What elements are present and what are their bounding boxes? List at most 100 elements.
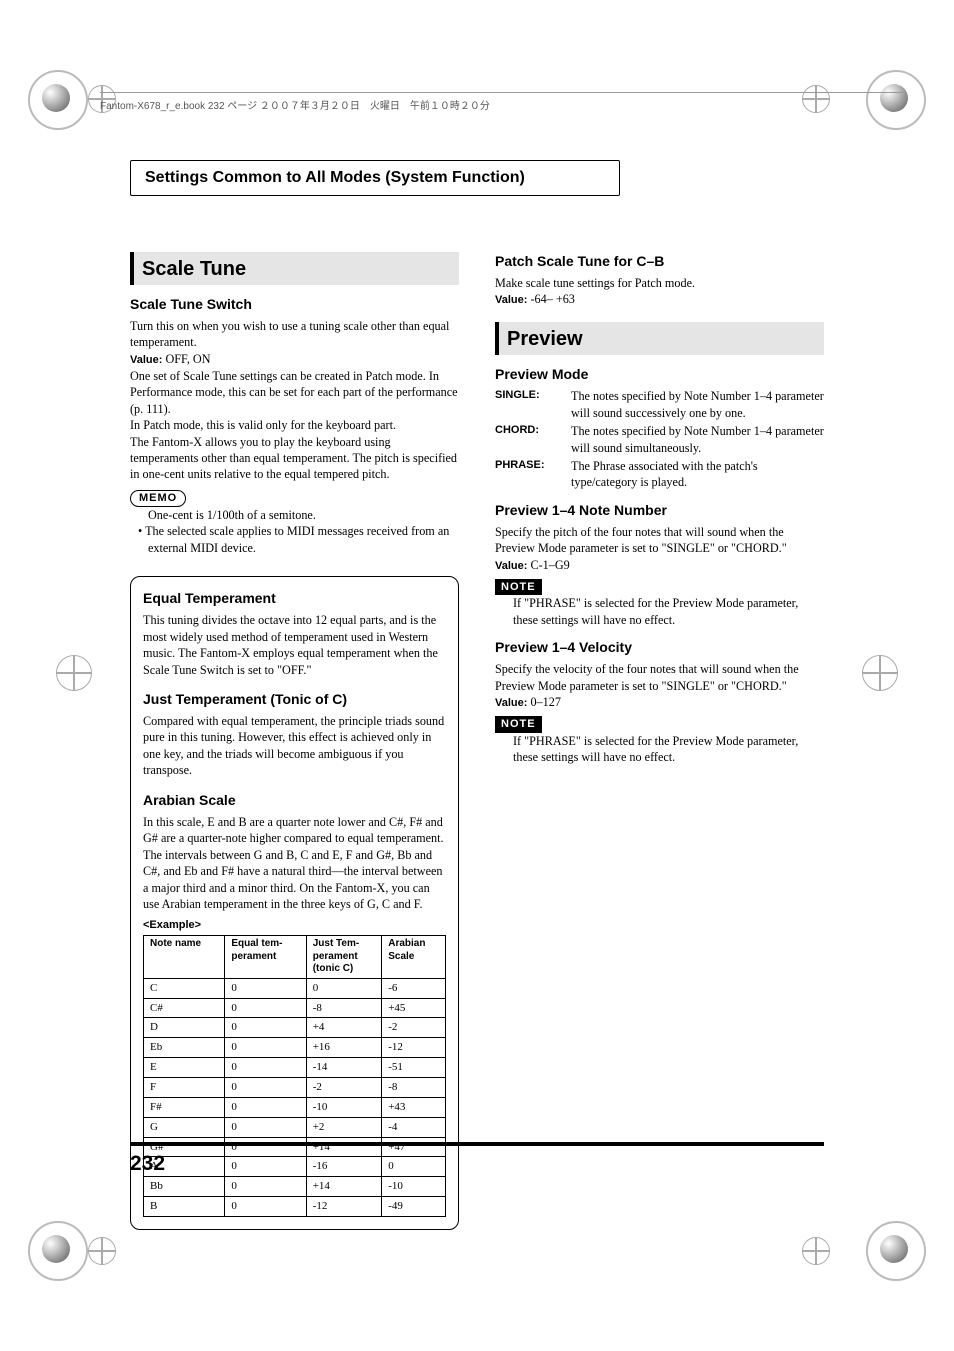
table-cell: +4 xyxy=(306,1018,382,1038)
body-text: In Patch mode, this is valid only for th… xyxy=(130,417,459,433)
print-header: Fantom-X678_r_e.book 232 ページ ２００７年３月２０日 … xyxy=(100,92,904,112)
body-text: This tuning divides the octave into 12 e… xyxy=(143,612,446,678)
table-cell: 0 xyxy=(225,1197,306,1217)
heading-preview-note-number: Preview 1–4 Note Number xyxy=(495,501,824,520)
table-row: F#0-10+43 xyxy=(144,1097,446,1117)
note-text: If "PHRASE" is selected for the Preview … xyxy=(495,595,824,628)
table-cell: F xyxy=(144,1078,225,1098)
memo-bullet: • The selected scale applies to MIDI mes… xyxy=(130,523,459,556)
table-cell: 0 xyxy=(225,1117,306,1137)
table-cell: -12 xyxy=(306,1197,382,1217)
section-preview: Preview xyxy=(495,322,824,355)
body-text: Specify the pitch of the four notes that… xyxy=(495,524,824,557)
body-text: Compared with equal temperament, the pri… xyxy=(143,713,446,779)
table-header: Note name xyxy=(144,936,225,979)
footer-rule xyxy=(130,1142,824,1146)
body-text: One set of Scale Tune settings can be cr… xyxy=(130,368,459,417)
table-cell: -8 xyxy=(382,1078,446,1098)
definition-key: SINGLE: xyxy=(495,388,561,421)
print-header-text: Fantom-X678_r_e.book 232 ページ ２００７年３月２０日 … xyxy=(100,97,490,112)
page-number: 232 xyxy=(130,1152,165,1176)
definition-row: CHORD:The notes specified by Note Number… xyxy=(495,423,824,456)
table-cell: C xyxy=(144,978,225,998)
table-cell: -6 xyxy=(382,978,446,998)
table-row: D0+4-2 xyxy=(144,1018,446,1038)
table-cell: Bb xyxy=(144,1177,225,1197)
corner-sphere-icon xyxy=(866,1221,926,1281)
table-cell: G xyxy=(144,1117,225,1137)
value-line: Value: 0–127 xyxy=(495,694,824,711)
table-row: E0-14-51 xyxy=(144,1058,446,1078)
table-header: Equal tem-perament xyxy=(225,936,306,979)
table-cell: 0 xyxy=(225,1078,306,1098)
table-row: C#0-8+45 xyxy=(144,998,446,1018)
section-scale-tune: Scale Tune xyxy=(130,252,459,285)
table-cell: 0 xyxy=(225,1157,306,1177)
table-cell: +47 xyxy=(382,1137,446,1157)
left-column: Scale Tune Scale Tune Switch Turn this o… xyxy=(130,252,459,1230)
table-cell: -2 xyxy=(382,1018,446,1038)
table-cell: 0 xyxy=(225,978,306,998)
table-cell: 0 xyxy=(225,998,306,1018)
registration-mark-icon xyxy=(802,1237,830,1265)
table-row: A0-160 xyxy=(144,1157,446,1177)
definition-value: The notes specified by Note Number 1–4 p… xyxy=(571,388,824,421)
note-badge: NOTE xyxy=(495,716,542,733)
body-text: Specify the velocity of the four notes t… xyxy=(495,661,824,694)
table-cell: Eb xyxy=(144,1038,225,1058)
table-cell: 0 xyxy=(225,1018,306,1038)
table-cell: E xyxy=(144,1058,225,1078)
memo-badge: MEMO xyxy=(130,490,186,507)
right-column: Patch Scale Tune for C–B Make scale tune… xyxy=(495,252,824,1230)
table-cell: -14 xyxy=(306,1058,382,1078)
body-text: Turn this on when you wish to use a tuni… xyxy=(130,318,459,351)
definition-row: PHRASE: The Phrase associated with the pa… xyxy=(495,458,824,491)
table-cell: 0 xyxy=(225,1177,306,1197)
table-cell: +2 xyxy=(306,1117,382,1137)
corner-sphere-icon xyxy=(28,70,88,130)
table-row: Bb0+14-10 xyxy=(144,1177,446,1197)
table-row: C00-6 xyxy=(144,978,446,998)
temperament-box: Equal Temperament This tuning divides th… xyxy=(130,576,459,1230)
table-cell: -4 xyxy=(382,1117,446,1137)
table-cell: -10 xyxy=(306,1097,382,1117)
memo-text: One-cent is 1/100th of a semitone. xyxy=(130,507,459,523)
table-cell: +14 xyxy=(306,1177,382,1197)
value-line: Value: C-1–G9 xyxy=(495,557,824,574)
value-line: Value: -64– +63 xyxy=(495,291,824,308)
heading-arabian-scale: Arabian Scale xyxy=(143,791,446,810)
definition-value: The Phrase associated with the patch's t… xyxy=(571,458,824,491)
table-row: G#0+14+47 xyxy=(144,1137,446,1157)
heading-scale-tune-switch: Scale Tune Switch xyxy=(130,295,459,314)
table-cell: 0 xyxy=(225,1097,306,1117)
table-cell: +16 xyxy=(306,1038,382,1058)
heading-patch-scale: Patch Scale Tune for C–B xyxy=(495,252,824,271)
table-cell: +45 xyxy=(382,998,446,1018)
body-text: Make scale tune settings for Patch mode. xyxy=(495,275,824,291)
note-badge: NOTE xyxy=(495,579,542,596)
table-cell: 0 xyxy=(225,1038,306,1058)
table-cell: 0 xyxy=(306,978,382,998)
table-cell: -2 xyxy=(306,1078,382,1098)
definition-row: SINGLE: The notes specified by Note Numbe… xyxy=(495,388,824,421)
heading-equal-temperament: Equal Temperament xyxy=(143,589,446,608)
definition-key: PHRASE: xyxy=(495,458,561,491)
table-row: B0-12-49 xyxy=(144,1197,446,1217)
registration-mark-icon xyxy=(88,1237,116,1265)
table-cell: F# xyxy=(144,1097,225,1117)
body-text: In this scale, E and B are a quarter not… xyxy=(143,814,446,913)
table-row: Eb0+16-12 xyxy=(144,1038,446,1058)
table-cell: C# xyxy=(144,998,225,1018)
table-cell: -16 xyxy=(306,1157,382,1177)
heading-just-temperament: Just Temperament (Tonic of C) xyxy=(143,690,446,709)
definition-value: The notes specified by Note Number 1–4 p… xyxy=(571,423,824,456)
page-title: Settings Common to All Modes (System Fun… xyxy=(145,169,525,186)
table-cell: -10 xyxy=(382,1177,446,1197)
page-title-bar: Settings Common to All Modes (System Fun… xyxy=(130,160,620,196)
table-cell: -12 xyxy=(382,1038,446,1058)
table-cell: +43 xyxy=(382,1097,446,1117)
table-cell: D xyxy=(144,1018,225,1038)
example-label: <Example> xyxy=(143,918,446,933)
heading-preview-mode: Preview Mode xyxy=(495,365,824,384)
table-cell: 0 xyxy=(225,1137,306,1157)
